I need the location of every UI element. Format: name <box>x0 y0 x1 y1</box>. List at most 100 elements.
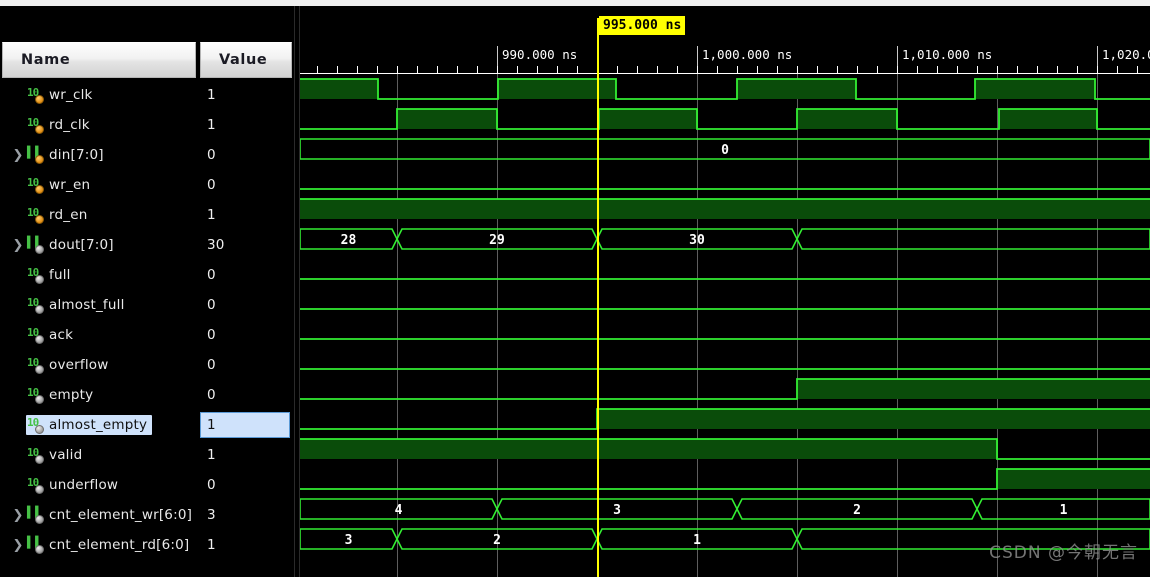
signal-name-cell[interactable]: ❯10full <box>0 260 196 290</box>
signal-row[interactable]: ❯ ▌▐ dout[7:0] 30 <box>0 230 294 260</box>
signal-value-cell[interactable]: 1 <box>200 440 292 470</box>
signal-name-cell[interactable]: ❯10rd_clk <box>0 110 196 140</box>
signal-row[interactable]: ❯10wr_clk1 <box>0 80 294 110</box>
signal-row[interactable]: ❯10underflow0 <box>0 470 294 500</box>
signal-row[interactable]: ❯10almost_full0 <box>0 290 294 320</box>
signal-name-wrapper: ▌▐ cnt_element_rd[6:0] <box>26 535 194 555</box>
waveform-row[interactable] <box>300 104 1150 134</box>
signal-row[interactable]: ❯10overflow0 <box>0 350 294 380</box>
expand-chevron-right-icon[interactable]: ❯ <box>10 239 26 252</box>
bit-signal-icon: 10 <box>27 327 44 344</box>
signal-value-cell[interactable]: 0 <box>200 140 292 170</box>
signal-value-cell[interactable]: 1 <box>200 200 292 230</box>
waveform-row[interactable] <box>300 434 1150 464</box>
waveform-svg <box>300 464 1150 494</box>
signal-name-cell[interactable]: ❯10almost_empty <box>0 410 196 440</box>
ruler-minor-tick <box>717 66 718 73</box>
expand-chevron-right-icon[interactable]: ❯ <box>10 509 26 522</box>
waveform-row[interactable] <box>300 404 1150 434</box>
signal-value-cell[interactable]: 0 <box>200 320 292 350</box>
signal-row[interactable]: ❯10wr_en0 <box>0 170 294 200</box>
signal-value-cell[interactable]: 1 <box>200 410 292 440</box>
ruler-minor-tick <box>857 66 858 73</box>
signal-name-cell[interactable]: ❯10overflow <box>0 350 196 380</box>
signal-name-cell[interactable]: ❯10empty <box>0 380 196 410</box>
output-port-badge-icon <box>35 455 44 464</box>
waveform-row[interactable]: 4 3 2 1 <box>300 494 1150 524</box>
signal-row[interactable]: ❯10almost_empty1 <box>0 410 294 440</box>
expand-chevron-right-icon[interactable]: ❯ <box>10 149 26 162</box>
signal-name-label: din[7:0] <box>49 147 104 163</box>
input-port-badge-icon <box>35 185 44 194</box>
bus-signal-icon: ▌▐ <box>27 537 44 554</box>
signal-name-cell[interactable]: ❯ ▌▐ dout[7:0] <box>0 230 196 260</box>
bit-signal-icon: 10 <box>27 117 44 134</box>
signal-row[interactable]: ❯10rd_en1 <box>0 200 294 230</box>
waveform-row[interactable] <box>300 344 1150 374</box>
signal-row[interactable]: ❯10empty0 <box>0 380 294 410</box>
signal-value-cell[interactable]: 1 <box>200 80 292 110</box>
cursor-time-label: 995.000 ns <box>599 16 686 35</box>
waveform-row[interactable] <box>300 284 1150 314</box>
signal-value-cell[interactable]: 0 <box>200 170 292 200</box>
signal-row[interactable]: ❯ ▌▐ din[7:0] 0 <box>0 140 294 170</box>
column-header-value[interactable]: Value <box>200 42 292 78</box>
signal-row[interactable]: ❯10rd_clk1 <box>0 110 294 140</box>
signal-row[interactable]: ❯10full0 <box>0 260 294 290</box>
signal-value-cell[interactable]: 30 <box>200 230 292 260</box>
signal-name-cell[interactable]: ❯ ▌▐ din[7:0] <box>0 140 196 170</box>
waveform-row[interactable] <box>300 464 1150 494</box>
signal-value-cell[interactable]: 3 <box>200 500 292 530</box>
signal-name-cell[interactable]: ❯10valid <box>0 440 196 470</box>
signal-value-cell[interactable]: 0 <box>200 470 292 500</box>
signal-row[interactable]: ❯ ▌▐ cnt_element_rd[6:0] 1 <box>0 530 294 560</box>
signal-name-cell[interactable]: ❯10underflow <box>0 470 196 500</box>
signal-value-label: 0 <box>207 327 216 343</box>
signal-value-cell[interactable]: 1 <box>200 530 292 560</box>
input-port-badge-icon <box>35 125 44 134</box>
bus-signal-icon: ▌▐ <box>27 507 44 524</box>
time-ruler[interactable]: 990.000 ns 1,000.000 ns 1,010.000 ns 1,020.… <box>300 6 1150 74</box>
column-header-name[interactable]: Name <box>2 42 196 78</box>
waveform-row[interactable] <box>300 194 1150 224</box>
waveform-panel[interactable]: 990.000 ns 1,000.000 ns 1,010.000 ns 1,020.… <box>300 6 1150 577</box>
signal-row[interactable]: ❯10ack 0 <box>0 320 294 350</box>
input-port-badge-icon <box>35 155 44 164</box>
waveform-row[interactable] <box>300 74 1150 104</box>
ruler-time-label: 990.000 ns <box>502 47 578 62</box>
waveform-svg <box>300 164 1150 194</box>
signal-value-cell[interactable]: 1 <box>200 110 292 140</box>
signal-row[interactable]: ❯10valid1 <box>0 440 294 470</box>
signal-name-label: wr_en <box>49 177 91 193</box>
signal-name-label: overflow <box>49 357 109 373</box>
signal-value-cell[interactable]: 0 <box>200 350 292 380</box>
ruler-time-label: 1,000.000 ns <box>702 47 793 62</box>
signal-name-cell[interactable]: ❯10ack <box>0 320 196 350</box>
signal-value-cell[interactable]: 0 <box>200 290 292 320</box>
signal-name-cell[interactable]: ❯10almost_full <box>0 290 196 320</box>
svg-text:3: 3 <box>613 503 621 518</box>
ruler-minor-tick <box>1057 66 1058 73</box>
svg-text:1: 1 <box>1060 503 1068 518</box>
bit-signal-icon: 10 <box>27 387 44 404</box>
ruler-minor-tick <box>437 66 438 73</box>
signal-name-label: full <box>49 267 71 283</box>
waveform-row[interactable] <box>300 254 1150 284</box>
signal-name-cell[interactable]: ❯ ▌▐ cnt_element_rd[6:0] <box>0 530 196 560</box>
expand-chevron-right-icon[interactable]: ❯ <box>10 539 26 552</box>
cursor-marker[interactable] <box>597 18 599 577</box>
signal-row[interactable]: ❯ ▌▐ cnt_element_wr[6:0] 3 <box>0 500 294 530</box>
ruler-minor-tick <box>357 66 358 73</box>
signal-name-cell[interactable]: ❯10rd_en <box>0 200 196 230</box>
signal-name-cell[interactable]: ❯ ▌▐ cnt_element_wr[6:0] <box>0 500 196 530</box>
signal-name-cell[interactable]: ❯10wr_clk <box>0 80 196 110</box>
waveform-row[interactable] <box>300 314 1150 344</box>
signal-name-cell[interactable]: ❯10wr_en <box>0 170 196 200</box>
waveform-row[interactable]: 0 <box>300 134 1150 164</box>
waveform-row[interactable] <box>300 164 1150 194</box>
signal-value-cell[interactable]: 0 <box>200 380 292 410</box>
waveform-row[interactable] <box>300 374 1150 404</box>
signal-value-cell[interactable]: 0 <box>200 260 292 290</box>
signal-value-label: 3 <box>207 507 216 523</box>
waveform-row[interactable]: 28 29 30 <box>300 224 1150 254</box>
